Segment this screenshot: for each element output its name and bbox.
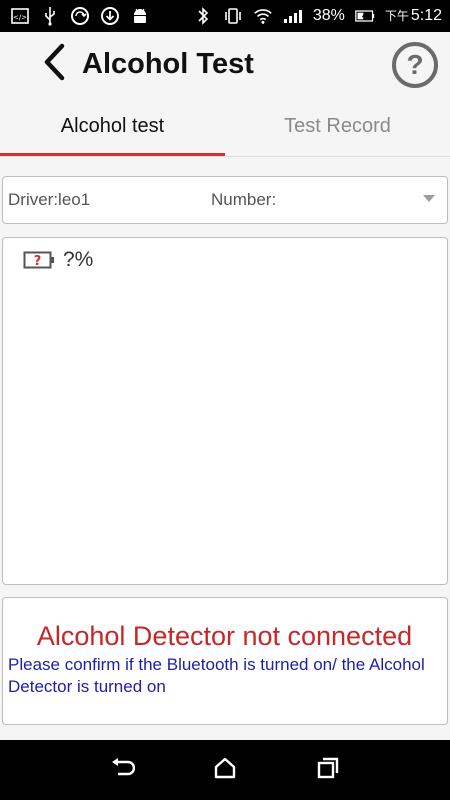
tab-test-record[interactable]: Test Record bbox=[225, 96, 450, 156]
tab-alcohol-test[interactable]: Alcohol test bbox=[0, 96, 225, 156]
driver-label: Driver:leo1 bbox=[8, 190, 91, 209]
system-nav-bar bbox=[0, 740, 450, 800]
signal-icon bbox=[283, 6, 303, 26]
number-label: Number: bbox=[211, 190, 277, 209]
recents-icon bbox=[317, 757, 339, 784]
battery-unknown-icon: ? bbox=[23, 250, 57, 270]
android-icon bbox=[130, 6, 150, 26]
bluetooth-icon bbox=[193, 6, 213, 26]
page-title: Alcohol Test bbox=[82, 47, 254, 80]
status-left-icons: </> bbox=[10, 6, 150, 26]
nav-back-button[interactable] bbox=[98, 746, 146, 794]
wifi-icon bbox=[253, 6, 273, 26]
connection-status-panel: Alcohol Detector not connected Please co… bbox=[2, 597, 448, 725]
nav-recents-button[interactable] bbox=[304, 746, 352, 794]
back-arrow-icon bbox=[42, 43, 66, 86]
vibrate-icon bbox=[223, 6, 243, 26]
battery-percent-text: 38% bbox=[312, 7, 345, 24]
svg-text:?: ? bbox=[34, 254, 42, 269]
clock: 下午 5:12 bbox=[385, 7, 442, 25]
nav-home-button[interactable] bbox=[201, 746, 249, 794]
divider bbox=[0, 156, 450, 157]
svg-text:</>: </> bbox=[13, 14, 27, 22]
tab-label: Alcohol test bbox=[60, 114, 165, 137]
device-battery-percent: ?% bbox=[63, 248, 94, 271]
clock-time: 5:12 bbox=[410, 7, 442, 24]
connection-status-title: Alcohol Detector not connected bbox=[36, 621, 413, 651]
device-battery-status: ? ?% bbox=[23, 248, 93, 272]
sync-icon bbox=[70, 6, 90, 26]
home-icon bbox=[214, 757, 236, 784]
back-button[interactable] bbox=[34, 40, 74, 88]
code-icon: </> bbox=[10, 6, 30, 26]
tab-bar: Alcohol test Test Record bbox=[0, 96, 450, 156]
app-bar: Alcohol Test ? bbox=[0, 32, 450, 96]
status-right-icons: 38% 下午 5:12 bbox=[193, 6, 442, 26]
connection-status-detail: Please confirm if the Bluetooth is turne… bbox=[8, 655, 425, 696]
battery-icon bbox=[355, 6, 375, 26]
back-icon bbox=[109, 757, 135, 784]
question-mark-icon: ? bbox=[406, 49, 424, 80]
status-bar: </> 38% 下午 5:12 bbox=[0, 0, 450, 32]
help-button[interactable]: ? bbox=[392, 42, 438, 88]
dropdown-arrow-icon bbox=[423, 195, 435, 202]
result-panel: ? ?% bbox=[2, 237, 448, 585]
driver-number-selector[interactable]: Driver:leo1 Number: bbox=[2, 176, 448, 224]
tab-label: Test Record bbox=[284, 114, 391, 137]
download-icon bbox=[100, 6, 120, 26]
usb-icon bbox=[40, 6, 60, 26]
clock-period: 下午 bbox=[384, 9, 409, 23]
